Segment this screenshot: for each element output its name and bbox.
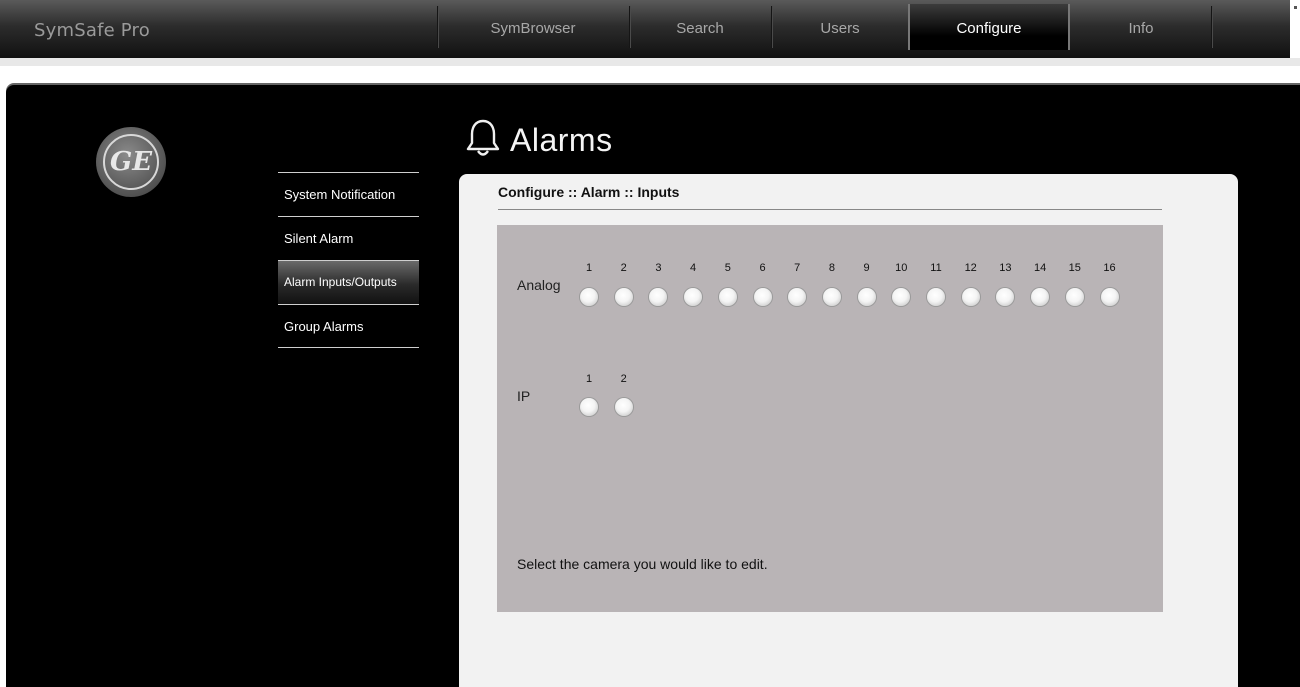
analog-input-number: 8 <box>828 262 835 274</box>
analog-input-number: 2 <box>620 262 627 274</box>
logo-mark: GE <box>103 134 159 190</box>
ip-input-number: 2 <box>620 373 627 385</box>
sidebar-item-system-notification[interactable]: System Notification <box>278 172 419 216</box>
window-edge <box>1290 0 1300 58</box>
sidebar-menu: System Notification Silent Alarm Alarm I… <box>278 172 419 348</box>
analog-input-number: 14 <box>1033 262 1047 274</box>
analog-input-number: 7 <box>794 262 801 274</box>
analog-input-radio[interactable] <box>927 288 945 306</box>
analog-input-radio[interactable] <box>1100 288 1119 306</box>
analog-input-radio[interactable] <box>857 288 876 306</box>
inputs-panel <box>497 225 1163 612</box>
bell-icon <box>466 118 500 163</box>
analog-input-number: 10 <box>895 262 908 274</box>
tab-configure[interactable]: Configure <box>908 4 1070 50</box>
ip-input-radio[interactable] <box>580 398 598 416</box>
analog-input-number: 11 <box>930 262 942 274</box>
top-navigation-bar: SymSafe Pro SymBrowser Search Users Conf… <box>0 0 1300 58</box>
instruction-text: Select the camera you would like to edit… <box>517 556 768 572</box>
analog-input-radio[interactable] <box>961 288 980 306</box>
analog-input-radio[interactable] <box>753 288 772 306</box>
ip-label: IP <box>517 388 531 404</box>
tab-search[interactable]: Search <box>630 4 770 50</box>
analog-input-number: 13 <box>999 262 1012 274</box>
tab-info[interactable]: Info <box>1071 4 1211 50</box>
analog-input-radio[interactable] <box>718 288 737 306</box>
analog-input-number: 15 <box>1068 262 1081 274</box>
breadcrumb: Configure :: Alarm :: Inputs <box>498 184 680 200</box>
page-header: Alarms <box>466 118 613 163</box>
sidebar-item-silent-alarm[interactable]: Silent Alarm <box>278 216 419 260</box>
app-title: SymSafe Pro <box>34 20 150 41</box>
analog-input-number: 16 <box>1103 262 1116 274</box>
page-title: Alarms <box>510 122 613 158</box>
analog-input-number: 1 <box>585 262 593 274</box>
analog-input-number: 9 <box>863 262 870 274</box>
breadcrumb-divider <box>498 209 1162 210</box>
sidebar-item-group-alarms[interactable]: Group Alarms <box>278 304 419 348</box>
ip-input-radio[interactable] <box>614 398 633 416</box>
analog-input-radio[interactable] <box>1065 288 1084 306</box>
analog-input-radio[interactable] <box>1031 288 1050 306</box>
analog-input-number: 5 <box>724 262 731 274</box>
nav-separator <box>1211 6 1212 48</box>
ip-input-number: 1 <box>585 373 593 385</box>
analog-input-number: 12 <box>964 262 977 274</box>
analog-input-number: 6 <box>759 262 766 274</box>
analog-label: Analog <box>517 277 561 293</box>
analog-input-number: 3 <box>655 262 662 274</box>
toolbar-strip <box>0 58 1300 66</box>
sidebar-item-alarm-inputs-outputs[interactable]: Alarm Inputs/Outputs <box>278 260 419 304</box>
tab-symbrowser[interactable]: SymBrowser <box>438 4 628 50</box>
analog-input-radio[interactable] <box>684 288 703 306</box>
analog-input-radio[interactable] <box>822 288 841 306</box>
analog-input-radio[interactable] <box>580 288 598 306</box>
analog-input-number: 4 <box>690 262 697 274</box>
analog-input-radio[interactable] <box>614 288 633 306</box>
ge-logo: GE <box>96 127 166 197</box>
tab-users[interactable]: Users <box>772 4 908 50</box>
